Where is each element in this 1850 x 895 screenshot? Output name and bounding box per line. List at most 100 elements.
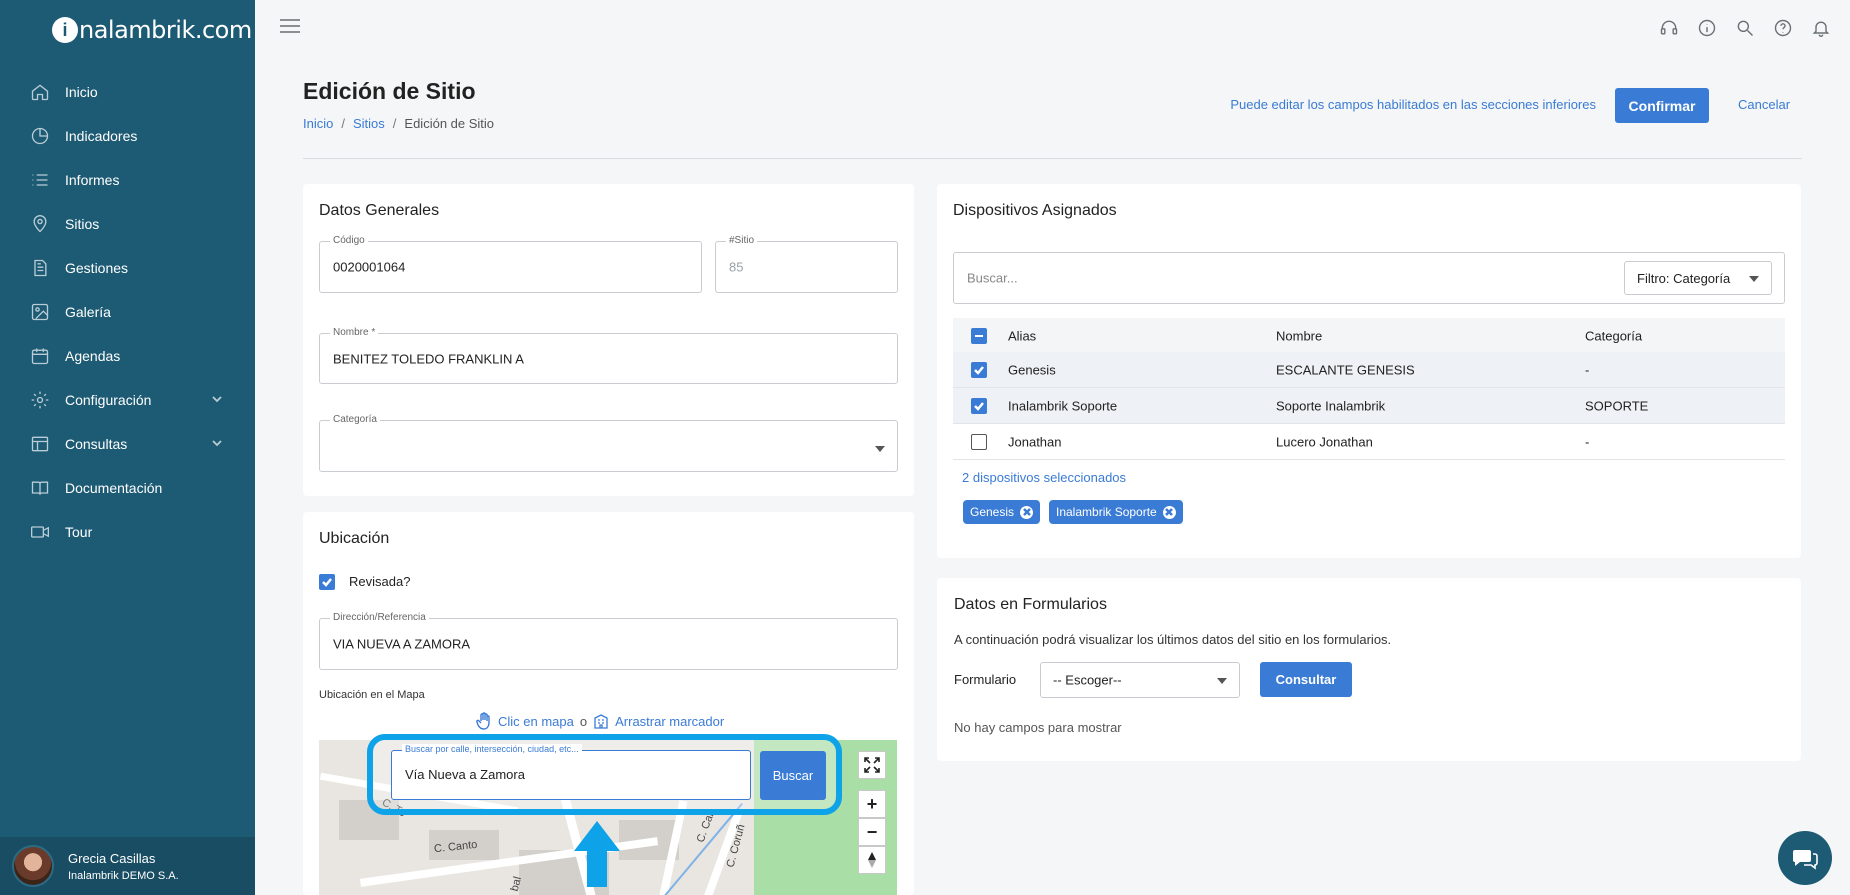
chip-label: Inalambrik Soporte <box>1056 505 1157 519</box>
sidebar-item-inicio[interactable]: Inicio <box>0 70 255 114</box>
categoria-select[interactable]: Categoría <box>319 414 898 472</box>
close-icon[interactable] <box>1162 505 1176 519</box>
direccion-label: Dirección/Referencia <box>330 612 429 623</box>
consultar-button[interactable]: Consultar <box>1260 662 1352 697</box>
row-checkbox[interactable] <box>971 434 987 450</box>
close-icon[interactable] <box>1020 505 1034 519</box>
sidebar-item-label: Informes <box>65 172 120 188</box>
sidebar-item-label: Configuración <box>65 392 152 408</box>
sidebar-item-indicadores[interactable]: Indicadores <box>0 114 255 158</box>
sitio-label: #Sitio <box>726 235 758 246</box>
map-search-label: Buscar por calle, intersección, ciudad, … <box>402 744 582 754</box>
calendar-icon <box>30 346 50 366</box>
user-profile[interactable]: Grecia Casillas Inalambrik DEMO S.A. <box>0 837 255 895</box>
sidebar: i nalambrik.com Inicio Indicadores Infor… <box>0 0 255 895</box>
revisada-checkbox[interactable] <box>319 574 335 590</box>
breadcrumb-inicio[interactable]: Inicio <box>303 116 333 131</box>
or-text: o <box>579 713 588 729</box>
hand-pointer-icon <box>476 712 490 730</box>
confirm-button[interactable]: Confirmar <box>1615 88 1709 123</box>
direccion-field[interactable]: Dirección/Referencia VIA NUEVA A ZAMORA <box>319 612 898 670</box>
breadcrumb-sitios[interactable]: Sitios <box>353 116 385 131</box>
help-icon[interactable] <box>1772 17 1794 39</box>
zoom-in-button[interactable]: + <box>858 790 886 818</box>
zoom-out-button[interactable]: − <box>858 818 886 846</box>
map-search-input[interactable]: Buscar por calle, intersección, ciudad, … <box>391 744 751 800</box>
formularios-description: A continuación podrá visualizar los últi… <box>954 632 1392 647</box>
search-icon[interactable] <box>1734 17 1756 39</box>
list-icon <box>30 170 50 190</box>
direccion-value: VIA NUEVA A ZAMORA <box>333 636 471 652</box>
device-search-input[interactable]: Buscar... Filtro: Categoría <box>953 252 1785 304</box>
selected-chip: Inalambrik Soporte <box>1049 500 1183 524</box>
sidebar-item-agendas[interactable]: Agendas <box>0 334 255 378</box>
topbar <box>255 0 1850 58</box>
codigo-value: 0020001064 <box>333 259 406 275</box>
formulario-select[interactable]: -- Escoger-- <box>1040 662 1240 698</box>
sidebar-item-label: Gestiones <box>65 260 129 276</box>
category-filter-select[interactable]: Filtro: Categoría <box>1624 261 1772 295</box>
gear-icon <box>30 390 50 410</box>
table-row[interactable]: Jonathan Lucero Jonathan - <box>953 424 1785 460</box>
codigo-field[interactable]: Código 0020001064 <box>319 235 702 293</box>
user-name: Grecia Casillas <box>68 850 156 866</box>
arrastrar-marcador-link[interactable]: Arrastrar marcador <box>615 714 724 729</box>
chip-label: Genesis <box>970 505 1015 519</box>
sidebar-nav: Inicio Indicadores Informes Sitios Gesti… <box>0 70 255 554</box>
building-icon <box>594 714 608 729</box>
clic-mapa-link[interactable]: Clic en mapa <box>498 714 574 729</box>
formularios-card: Datos en Formularios A continuación podr… <box>937 578 1801 761</box>
breadcrumb-current: Edición de Sitio <box>404 116 495 131</box>
support-icon[interactable] <box>1658 17 1680 39</box>
sidebar-item-configuracion[interactable]: Configuración <box>0 378 255 422</box>
cell-categoria: - <box>1585 434 1590 449</box>
sidebar-item-label: Tour <box>65 524 93 540</box>
row-checkbox[interactable] <box>971 362 987 378</box>
bell-icon[interactable] <box>1810 17 1832 39</box>
map-instructions: Clic en mapa o Arrastrar marcador <box>476 712 724 730</box>
table-header: Alias Nombre Categoría <box>953 318 1785 354</box>
column-header[interactable]: Alias <box>1008 328 1036 343</box>
sidebar-item-galeria[interactable]: Galería <box>0 290 255 334</box>
table-row[interactable]: Inalambrik Soporte Soporte Inalambrik SO… <box>953 388 1785 424</box>
select-all-checkbox[interactable] <box>971 328 987 344</box>
sidebar-item-gestiones[interactable]: Gestiones <box>0 246 255 290</box>
user-org: Inalambrik DEMO S.A. <box>68 869 179 882</box>
selected-chip: Genesis <box>963 500 1041 524</box>
cancel-button[interactable]: Cancelar <box>1738 97 1790 112</box>
video-icon <box>30 522 50 542</box>
fullscreen-icon[interactable] <box>858 751 886 779</box>
table-row[interactable]: Genesis ESCALANTE GENESIS - <box>953 352 1785 388</box>
menu-icon[interactable] <box>280 19 300 39</box>
info-icon[interactable] <box>1696 17 1718 39</box>
logo-text: nalambrik.com <box>79 16 252 44</box>
cell-nombre: ESCALANTE GENESIS <box>1276 362 1415 377</box>
sidebar-item-documentacion[interactable]: Documentación <box>0 466 255 510</box>
ubicacion-title: Ubicación <box>319 530 390 547</box>
chat-button[interactable] <box>1778 831 1832 885</box>
compass-icon[interactable] <box>858 846 886 874</box>
row-checkbox[interactable] <box>971 398 987 414</box>
sidebar-item-informes[interactable]: Informes <box>0 158 255 202</box>
selected-count[interactable]: 2 dispositivos seleccionados <box>962 470 1126 485</box>
cell-alias: Inalambrik Soporte <box>1008 398 1118 413</box>
sidebar-item-tour[interactable]: Tour <box>0 510 255 554</box>
sidebar-item-label: Galería <box>65 304 111 320</box>
book-icon <box>30 478 50 498</box>
column-header[interactable]: Nombre <box>1276 328 1322 343</box>
header-divider <box>303 158 1802 159</box>
chevron-down-icon <box>1217 678 1227 684</box>
topbar-icons <box>1658 17 1832 39</box>
sidebar-item-sitios[interactable]: Sitios <box>0 202 255 246</box>
brand-logo[interactable]: i nalambrik.com <box>52 12 252 48</box>
sidebar-item-label: Indicadores <box>65 128 138 144</box>
cell-categoria: SOPORTE <box>1585 398 1649 413</box>
pie-chart-icon <box>30 126 50 146</box>
nombre-field[interactable]: Nombre * BENITEZ TOLEDO FRANKLIN A <box>319 327 898 384</box>
buscar-button[interactable]: Buscar <box>760 751 826 800</box>
column-header[interactable]: Categoría <box>1585 328 1642 343</box>
sidebar-item-label: Sitios <box>65 216 100 232</box>
formulario-label: Formulario <box>954 672 1017 687</box>
cell-alias: Jonathan <box>1008 434 1062 449</box>
sidebar-item-consultas[interactable]: Consultas <box>0 422 255 466</box>
